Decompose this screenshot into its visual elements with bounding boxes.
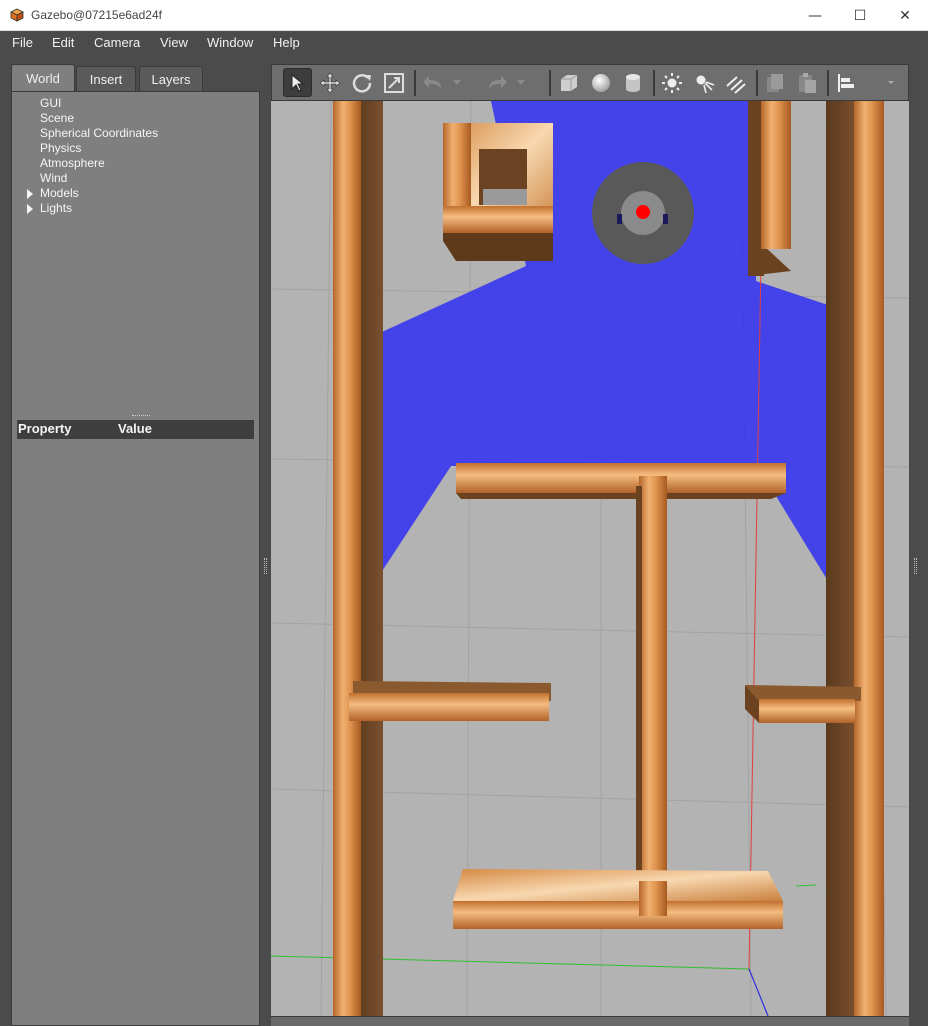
copy-icon: [766, 73, 783, 92]
toolbar-separator: [549, 70, 551, 96]
right-wall: [854, 101, 884, 1016]
property-table-header: Property Value: [17, 420, 254, 439]
close-button[interactable]: ✕: [882, 0, 928, 31]
expand-arrow-icon[interactable]: [27, 204, 33, 214]
undo-button[interactable]: [418, 68, 447, 97]
z-axis-line: [748, 968, 769, 1016]
spot-light-icon: [696, 75, 714, 93]
paste-button[interactable]: [792, 68, 821, 97]
insert-box-button[interactable]: [554, 68, 583, 97]
insert-sphere-button[interactable]: [586, 68, 615, 97]
tree-item-physics[interactable]: Physics: [40, 141, 81, 155]
point-light-icon: [661, 72, 682, 93]
maximize-icon: ☐: [853, 7, 867, 24]
right-panel-resize-handle[interactable]: [914, 558, 917, 574]
tree-item-gui[interactable]: GUI: [40, 96, 61, 110]
toolbar-separator: [827, 70, 829, 96]
window-title: Gazebo@07215e6ad24f: [31, 8, 162, 22]
undo-history-dropdown[interactable]: [450, 68, 464, 97]
toolbar-overflow-button[interactable]: [884, 68, 898, 97]
minimize-icon: —: [808, 7, 822, 24]
robot-model: [592, 162, 694, 264]
box-obstacle: [443, 123, 553, 261]
y-axis-line-right: [795, 884, 817, 887]
select-arrow-icon: [291, 73, 304, 92]
paste-icon: [798, 72, 816, 93]
insert-point-light-button[interactable]: [657, 68, 686, 97]
insert-directional-light-button[interactable]: [721, 68, 750, 97]
translate-mode-button[interactable]: [315, 68, 344, 97]
insert-spot-light-button[interactable]: [689, 68, 718, 97]
scale-mode-button[interactable]: [379, 68, 408, 97]
toolbar-separator: [414, 70, 416, 96]
insert-cylinder-button[interactable]: [618, 68, 647, 97]
directional-light-icon: [725, 75, 746, 94]
expand-arrow-icon[interactable]: [27, 189, 33, 199]
tree-item-wind[interactable]: Wind: [40, 171, 67, 185]
chevron-down-icon: [517, 79, 525, 85]
select-mode-button[interactable]: [283, 68, 312, 97]
copy-button[interactable]: [760, 68, 789, 97]
menu-camera[interactable]: Camera: [94, 35, 140, 50]
world-tab-panel: GUI Scene Spherical Coordinates Physics …: [11, 91, 260, 1026]
value-column-header: Value: [118, 421, 152, 436]
rotate-icon: [352, 73, 371, 92]
undo-icon: [422, 75, 441, 89]
top-right-wall: [761, 101, 791, 249]
scale-icon: [383, 72, 404, 93]
chevron-down-icon: [888, 80, 894, 84]
bottom-slab-wall: [453, 869, 783, 929]
tree-item-atmosphere[interactable]: Atmosphere: [40, 156, 105, 170]
close-icon: ✕: [899, 7, 911, 24]
property-column-header: Property: [18, 421, 72, 436]
left-shelf-wall: [349, 681, 551, 721]
status-bar: [271, 1016, 909, 1026]
left-panel: World Insert Layers GUI Scene Spherical …: [0, 56, 266, 1026]
menu-edit[interactable]: Edit: [52, 35, 74, 50]
menu-bar: File Edit Camera View Window Help: [0, 31, 928, 56]
tab-world[interactable]: World: [11, 64, 75, 92]
maximize-button[interactable]: ☐: [837, 0, 883, 31]
box-shape-icon: [560, 74, 577, 91]
tree-item-lights[interactable]: Lights: [40, 201, 72, 215]
right-wall-shadow: [826, 101, 856, 1016]
left-wall: [333, 101, 361, 1016]
redo-button[interactable]: [482, 68, 511, 97]
align-icon: [837, 73, 854, 92]
tab-layers[interactable]: Layers: [139, 66, 203, 91]
scene-render: [271, 101, 909, 1016]
3d-viewport[interactable]: [271, 101, 909, 1016]
align-button[interactable]: [831, 68, 860, 97]
tab-insert[interactable]: Insert: [76, 66, 136, 91]
toolbar-separator: [653, 70, 655, 96]
translate-icon: [319, 72, 340, 93]
tree-item-models[interactable]: Models: [40, 186, 79, 200]
toolbar-separator: [756, 70, 758, 96]
cylinder-shape-icon: [625, 73, 640, 92]
right-shelf-wall: [745, 685, 861, 723]
tree-item-spherical-coordinates[interactable]: Spherical Coordinates: [40, 126, 158, 140]
menu-help[interactable]: Help: [273, 35, 300, 50]
chevron-down-icon: [453, 79, 461, 85]
scene-toolbar: [271, 64, 909, 101]
menu-window[interactable]: Window: [207, 35, 253, 50]
menu-view[interactable]: View: [160, 35, 188, 50]
minimize-button[interactable]: —: [792, 0, 838, 31]
redo-history-dropdown[interactable]: [514, 68, 528, 97]
gazebo-logo-icon: [10, 8, 24, 22]
rotate-mode-button[interactable]: [347, 68, 376, 97]
sphere-shape-icon: [591, 73, 610, 92]
panel-splitter-handle[interactable]: [132, 415, 150, 418]
window-titlebar: Gazebo@07215e6ad24f — ☐ ✕: [0, 0, 928, 31]
left-panel-resize-handle[interactable]: [264, 558, 267, 574]
tree-item-scene[interactable]: Scene: [40, 111, 74, 125]
redo-icon: [488, 75, 507, 89]
menu-file[interactable]: File: [12, 35, 33, 50]
